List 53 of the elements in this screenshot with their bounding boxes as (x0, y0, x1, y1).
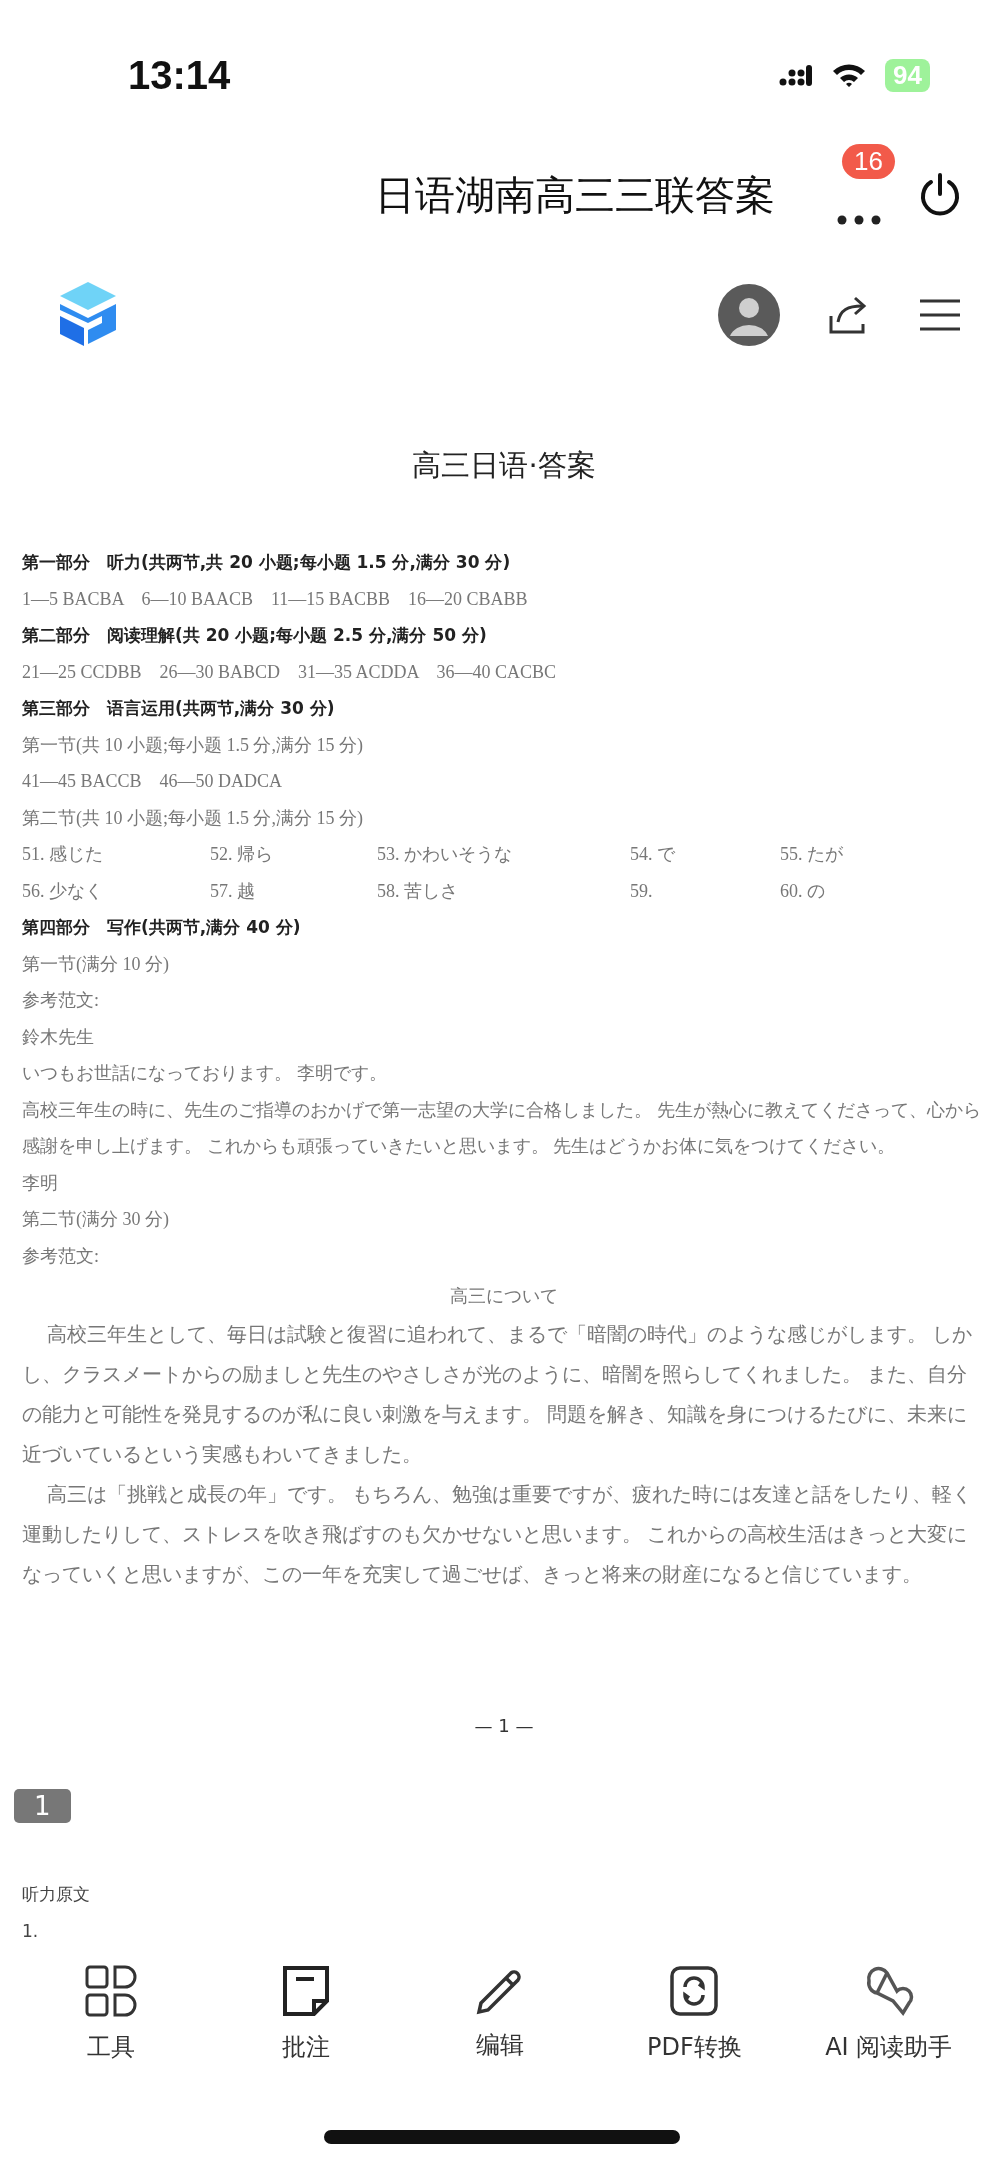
essay-paragraph: 高校三年生として、毎日は試験と復習に追われて、まるで「暗闇の時代」のような感じがします。 しかし、クラスメートからの励ましと先生のやさしさが光のように、暗闇を照らしてくれました。 また、自分の能力と可能性を発見するのが私に良い刺激を与えます。 問題を解き、知識を身につけるたびに、未来に近づいているという実感もわいてきました。 (22, 1322, 974, 1467)
toolbar-button[interactable]: 编辑 (409, 1965, 590, 2063)
avatar-icon[interactable] (718, 284, 780, 346)
answer-text: 57. 越 (210, 879, 256, 903)
answer-text: 56. 少なく (22, 879, 104, 903)
clock: 13:14 (128, 52, 231, 98)
convert-icon (669, 1965, 720, 2017)
answer-text: 53. かわいそうな (377, 843, 513, 866)
signal-icon (779, 63, 814, 87)
section-heading: 听力原文 (22, 1883, 90, 1906)
document-text: 李明 (22, 1171, 59, 1195)
notification-badge: 16 (842, 144, 895, 179)
page-number: — 1 — (473, 1714, 535, 1736)
answer-text: 54. で (630, 843, 676, 866)
document-text: 第一节(共 10 小题;每小题 1.5 分,满分 15 分) (22, 733, 364, 757)
document-text: 第二节(共 10 小题;每小题 1.5 分,满分 15 分) (22, 806, 364, 830)
essay-paragraph: 高三は「挑戦と成長の年」です。 もちろん、勉強は重要ですが、疲れた時には友達と話をしたり、軽く運動したりして、ストレスを吹き飛ばすのも欠かせないと思います。 これからの高校生活はきっと大変になっていくと思いますが、この一年を充実して過ごせば、きっと将来の財産になると信じています。 (22, 1482, 974, 1587)
more-icon[interactable] (836, 214, 882, 226)
toolbar-button[interactable]: 批注 (215, 1965, 396, 2063)
battery-level: 94 (885, 58, 930, 92)
answer-text: 51. 感じた (22, 843, 104, 866)
grid-icon (85, 1965, 138, 2017)
document-text: 高校三年生の時に、先生のご指導のおかげで第一志望の大学に合格しました。 先生が熱心に教えてくださって、心から感謝を申し上げます。 これからも頑張っていきたいと思います。 先生はどうかお体に気をつけてください。 (22, 1098, 982, 1158)
section-heading: 第二部分 阅读理解(共 20 小题;每小题 2.5 分,满分 50 分) (22, 624, 488, 647)
document-text: 鈴木先生 (22, 1025, 95, 1049)
power-icon[interactable] (918, 172, 962, 218)
document-text: 第二节(满分 30 分) (22, 1208, 170, 1231)
answer-text: 60. の (780, 879, 826, 903)
document-text: いつもお世話になっております。 李明です。 (22, 1062, 388, 1085)
document-text: 1. (22, 1920, 40, 1943)
toolbar-button[interactable]: PDF转换 (604, 1965, 785, 2063)
document-text: 21—25 CCDBB 26—30 BABCD 31—35 ACDDA 36—40 CACBC (22, 660, 558, 684)
section-heading: 第三部分 语言运用(共两节,满分 30 分) (22, 697, 336, 720)
toolbar-button[interactable]: 工具 (21, 1965, 202, 2063)
section-heading: 第一部分 听力(共两节,共 20 小题;每小题 1.5 分,满分 30 分) (22, 551, 512, 574)
answer-text: 52. 帰ら (210, 843, 274, 866)
answer-text: 58. 苦しさ (377, 879, 459, 903)
essay-title: 高三について (449, 1285, 559, 1308)
note-icon (281, 1965, 330, 2017)
wifi-icon (831, 62, 868, 88)
page-heading: 高三日语·答案 (411, 447, 597, 484)
menu-icon[interactable] (920, 298, 960, 332)
answer-text: 59. (630, 879, 654, 903)
document-text: 参考范文: (22, 1244, 100, 1268)
document-text: 参考范文: (22, 989, 100, 1012)
document-text: 41—45 BACCB 46—50 DADCA (22, 770, 284, 793)
page-indicator: 1 (14, 1789, 71, 1823)
answer-text: 55. たが (780, 843, 844, 866)
toolbar-button[interactable]: AI 阅读助手 (798, 1965, 979, 2063)
document-text: 第一节(满分 10 分) (22, 952, 170, 976)
document-text: 1—5 BACBA 6—10 BAACB 11—15 BACBB 16—20 CBABB (22, 587, 529, 611)
section-heading: 第四部分 写作(共两节,满分 40 分) (22, 916, 302, 939)
document-title: 日语湖南高三三联答案 (375, 170, 775, 220)
